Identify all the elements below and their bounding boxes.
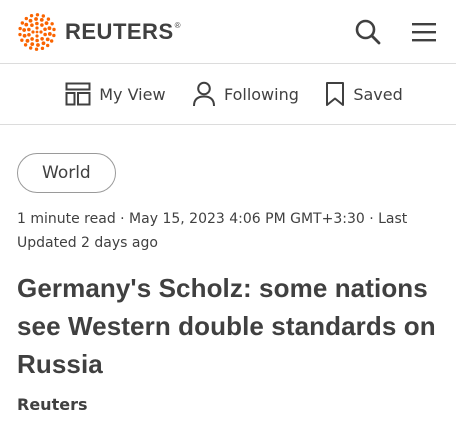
search-icon[interactable]: [353, 17, 383, 47]
article-byline[interactable]: Reuters: [17, 395, 439, 414]
bookmark-icon: [326, 82, 345, 106]
article-headline: Germany's Scholz: some nations see Weste…: [17, 273, 436, 379]
subnav-label: Following: [223, 84, 299, 104]
subnav-saved[interactable]: Saved: [325, 81, 403, 107]
subnav-my-view[interactable]: My View: [65, 82, 166, 106]
user-subnav: My View Following Saved: [0, 64, 456, 125]
section-tag[interactable]: World: [17, 153, 116, 193]
site-header: REUTERS®: [0, 0, 456, 64]
article-meta: 1 minute read · May 15, 2023 4:06 PM GMT…: [17, 211, 408, 251]
brand-wordmark: REUTERS®: [65, 18, 182, 44]
subnav-label: My View: [99, 84, 166, 104]
article-header: World 1 minute read · May 15, 2023 4:06 …: [0, 125, 456, 414]
reuters-logo-icon: [18, 12, 56, 51]
subnav-label: Saved: [353, 84, 403, 104]
person-icon: [192, 81, 215, 107]
subnav-following[interactable]: Following: [192, 81, 299, 107]
reuters-logo-link[interactable]: REUTERS®: [17, 12, 181, 52]
layout-icon: [65, 82, 91, 106]
hamburger-menu-icon[interactable]: [409, 17, 439, 47]
